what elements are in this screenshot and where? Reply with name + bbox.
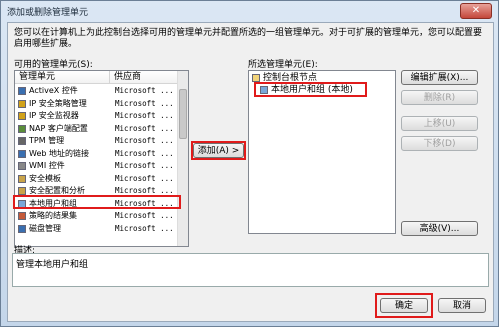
snapin-icon	[18, 149, 26, 158]
column-header-name[interactable]: 管理单元	[15, 71, 110, 84]
highlight-ok-button	[375, 293, 433, 318]
advanced-button[interactable]: 高级(V)...	[401, 221, 478, 236]
instructions-text: 您可以在计算机上为此控制台选择可用的管理单元并配置所选的一组管理单元。对于可扩展…	[14, 28, 483, 49]
snapin-name: 策略的结果集	[29, 211, 77, 220]
snapin-vendor: Microsoft ...	[115, 123, 174, 133]
description-box: 管理本地用户和组	[12, 253, 489, 287]
edit-extensions-button[interactable]: 编辑扩展(X)...	[401, 70, 478, 85]
delete-button[interactable]: 删除(R)	[401, 90, 478, 105]
move-down-button[interactable]: 下移(D)	[401, 136, 478, 151]
list-item[interactable]: ActiveX 控件 Microsoft ...	[15, 86, 177, 96]
snapin-icon	[18, 187, 26, 195]
available-list-scrollbar[interactable]	[177, 71, 188, 246]
list-item[interactable]: NAP 客户端配置 Microsoft ...	[15, 124, 177, 134]
snapin-name: 磁盘管理	[29, 223, 61, 233]
snapin-vendor: Microsoft ...	[115, 111, 174, 120]
list-item[interactable]: WMI 控件 Microsoft ...	[15, 161, 177, 171]
list-item[interactable]: Web 地址的链接 Microsoft ...	[15, 149, 177, 159]
column-header-vendor[interactable]: 供应商	[110, 71, 178, 84]
snapin-name: TPM 管理	[29, 136, 65, 145]
snapin-name: IP 安全策略管理	[29, 98, 87, 108]
snapin-icon	[18, 124, 26, 133]
snapin-name: Web 地址的链接	[29, 148, 89, 158]
available-snapins-list[interactable]: 管理单元 供应商 ActiveX 控件 Microsoft ... IP 安全策略管…	[14, 70, 189, 247]
list-item[interactable]: TPM 管理 Microsoft ...	[15, 136, 177, 146]
selected-label: 所选管理单元(E):	[248, 60, 318, 70]
snapin-vendor: Microsoft ...	[115, 86, 174, 95]
snapin-name: 安全模板	[29, 173, 61, 183]
snapin-icon	[18, 137, 26, 145]
dialog-window: 添加或删除管理单元 ✕ 您可以在计算机上为此控制台选择可用的管理单元并配置所选的…	[0, 0, 499, 327]
highlight-selected-node	[254, 82, 367, 97]
list-item[interactable]: IP 安全监视器 Microsoft ...	[15, 111, 177, 121]
move-up-button[interactable]: 上移(U)	[401, 116, 478, 131]
list-item[interactable]: IP 安全策略管理 Microsoft ...	[15, 99, 177, 109]
cancel-button[interactable]: 取消	[438, 298, 486, 313]
window-title: 添加或删除管理单元	[7, 8, 89, 18]
snapin-name: WMI 控件	[29, 161, 65, 170]
snapin-name: NAP 客户端配置	[29, 123, 88, 133]
snapin-vendor: Microsoft ...	[115, 98, 174, 108]
snapin-icon	[18, 224, 26, 233]
available-label: 可用的管理单元(S):	[14, 60, 93, 70]
highlight-local-users-row	[13, 195, 181, 209]
scrollbar-thumb[interactable]	[179, 89, 187, 139]
list-item[interactable]: 策略的结果集 Microsoft ...	[15, 211, 177, 221]
snapin-icon	[18, 99, 26, 108]
snapin-vendor: Microsoft ...	[115, 148, 174, 158]
snapin-icon	[18, 212, 26, 220]
snapin-vendor: Microsoft ...	[115, 136, 174, 145]
snapin-icon	[18, 162, 26, 170]
highlight-add-button	[191, 141, 246, 160]
title-bar: 添加或删除管理单元 ✕	[1, 1, 498, 21]
snapin-name: ActiveX 控件	[29, 86, 78, 95]
snapin-vendor: Microsoft ...	[115, 161, 174, 170]
dialog-body: 您可以在计算机上为此控制台选择可用的管理单元并配置所选的一组管理单元。对于可扩展…	[7, 22, 494, 322]
list-item[interactable]: 磁盘管理 Microsoft ...	[15, 224, 177, 234]
close-button[interactable]: ✕	[460, 3, 492, 19]
snapin-vendor: Microsoft ...	[115, 211, 174, 220]
list-item[interactable]: 安全模板 Microsoft ...	[15, 174, 177, 184]
folder-icon	[252, 74, 260, 82]
snapin-vendor: Microsoft ...	[115, 223, 174, 233]
snapin-vendor: Microsoft ...	[115, 173, 174, 183]
snapin-name: IP 安全监视器	[29, 111, 79, 120]
snapin-icon	[18, 112, 26, 120]
snapin-icon	[18, 174, 26, 183]
snapin-icon	[18, 87, 26, 95]
description-text: 管理本地用户和组	[16, 260, 89, 270]
